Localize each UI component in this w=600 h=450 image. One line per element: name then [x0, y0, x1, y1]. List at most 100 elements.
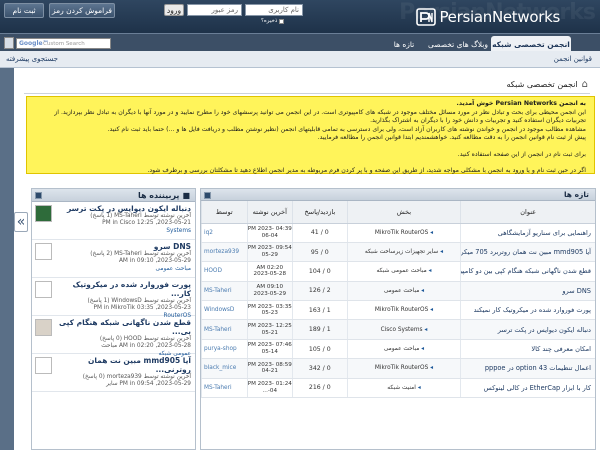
popular-item-title[interactable]: قطع شدن ناگهانی شبکه هنگام کپی بی... — [54, 318, 191, 336]
rules-link[interactable]: قوانین انجمن — [554, 55, 592, 63]
username-field[interactable]: نام کاربری — [245, 4, 303, 16]
table-row[interactable]: اعمال تنظیمات 43 option در pppoe ◂ MikroT… — [201, 358, 595, 379]
table-row[interactable]: DNS سرو ◂ مباحث عمومی 2 / 126 09:10 AM 2023… — [201, 281, 595, 302]
forum-name[interactable]: مباحث عمومی — [384, 346, 419, 352]
breadcrumb-current: انجمن تخصصی شبکه — [506, 80, 578, 89]
search-placeholder: Custom Search — [43, 40, 85, 47]
thread-poster[interactable]: WindowsD — [201, 300, 248, 321]
col-stats[interactable]: بازدید/پاسخ — [292, 201, 348, 224]
thread-title[interactable]: DNS سرو — [460, 281, 595, 302]
col-last-post[interactable]: آخرین نوشته — [246, 201, 293, 224]
forum-name[interactable]: مباحث عمومی — [384, 288, 419, 294]
thread-forum[interactable]: ◂ امنیت شبکه — [346, 378, 461, 399]
remember-me[interactable]: ذخیره؟ — [261, 18, 285, 24]
forum-name[interactable]: سایر تجهیزات زیرساخت شبکه — [365, 249, 438, 255]
forum-name[interactable]: MikroTik RouterOS — [375, 307, 428, 313]
thread-title[interactable]: قطع شدن ناگهانی شبکه هنگام کپی بین دو کا… — [460, 261, 595, 282]
thread-forum[interactable]: ◂ سایر تجهیزات زیرساخت شبکه — [346, 242, 461, 263]
forum-name[interactable]: امنیت شبکه — [387, 385, 416, 391]
table-row[interactable]: کار با ابزار EtherCap در کالی لینوکس ◂ ام… — [201, 378, 595, 399]
thread-forum[interactable]: ◂ MikroTik RouterOS — [346, 223, 461, 243]
thread-poster[interactable]: iq2 — [201, 223, 248, 243]
popular-item[interactable]: دنباله ایکون دیوایس در پکت ترسر آخرین نوش… — [32, 202, 195, 240]
thread-poster[interactable]: HOOD — [201, 261, 248, 282]
popular-item[interactable]: پورت فوروارد شده در میکروتیک کار... آخرین… — [32, 278, 195, 319]
avatar[interactable] — [35, 281, 52, 298]
thread-title[interactable]: امکان معرفی چند کالا — [460, 339, 595, 360]
popular-item-forum[interactable]: Systems — [54, 228, 191, 235]
thread-last-post: 01:24 PM 2023-04-... — [246, 378, 293, 399]
welcome-notice: به انجمن Persian Networks خوش آمدید. این… — [26, 96, 595, 174]
forgot-password-button[interactable]: فراموش کردن رمز — [49, 3, 115, 18]
popular-item-date: 2023-05-23, 03:35 PM in MikroTik — [93, 305, 191, 312]
table-row[interactable]: راهنمایی برای سناریو آزمایشگاهی ◂ MikroTi… — [201, 223, 595, 243]
thread-title[interactable]: پورت فوروارد شده در میکروتیک کار نمیکند — [460, 300, 595, 321]
thread-title[interactable]: کار با ابزار EtherCap در کالی لینوکس — [460, 378, 595, 399]
tab-news[interactable]: تازه ها — [384, 36, 424, 52]
tab-forum[interactable]: انجمن تخصصی شبکه — [491, 36, 571, 52]
forum-name[interactable]: MikroTik RouterOS — [375, 365, 428, 371]
table-row[interactable]: امکان معرفی چند کالا ◂ مباحث عمومی 0 / 105… — [201, 339, 595, 360]
popular-item-meta: آخرین نوشته توسط HOOD (0 پاسخ) — [99, 336, 191, 342]
thread-poster[interactable]: MS-Taheri — [201, 378, 248, 399]
thread-title[interactable]: آیا mmd905 مبین نت همان روتربرد 705 میکر… — [460, 242, 595, 263]
login-button[interactable]: ورود — [164, 4, 184, 16]
sidebar-toggle-icon[interactable]: « — [14, 212, 28, 232]
arrow-icon: ◂ — [438, 249, 444, 256]
forum-name[interactable]: Cisco Systems — [381, 327, 423, 333]
forum-name[interactable]: MikroTik RouterOS — [375, 230, 428, 236]
avatar[interactable] — [35, 205, 52, 222]
thread-poster[interactable]: black_mice — [201, 358, 248, 379]
thread-stats: 0 / 342 — [292, 358, 348, 379]
thread-forum[interactable]: ◂ مباحث عمومی — [346, 281, 461, 302]
thread-stats: 0 / 104 — [292, 261, 348, 282]
popular-item-title[interactable]: آیا mmd905 مبین نت همان روترنی... — [54, 356, 191, 374]
advanced-search-link[interactable]: جستجوی پیشرفته — [6, 55, 58, 63]
search-input[interactable]: Google™ Custom Search — [16, 38, 111, 49]
remember-checkbox[interactable] — [279, 18, 285, 24]
popular-item-title[interactable]: پورت فوروارد شده در میکروتیک کار... — [54, 280, 191, 298]
arrow-icon: ◂ — [419, 287, 425, 294]
thread-forum[interactable]: ◂ مباحث عمومی شبکه — [346, 261, 461, 282]
popular-item[interactable]: قطع شدن ناگهانی شبکه هنگام کپی بی... آخری… — [32, 316, 195, 357]
thread-forum[interactable]: ◂ MikroTik RouterOS — [346, 300, 461, 321]
col-forum[interactable]: بخش — [346, 201, 461, 224]
thread-forum[interactable]: ◂ MikroTik RouterOS — [346, 358, 461, 379]
thread-title[interactable]: اعمال تنظیمات 43 option در pppoe — [460, 358, 595, 379]
popular-item[interactable]: DNS سرو آخرین نوشته توسط MS-Taheri (2 پاس… — [32, 240, 195, 278]
forum-name[interactable]: مباحث عمومی شبکه — [376, 268, 426, 274]
table-row[interactable]: پورت فوروارد شده در میکروتیک کار نمیکند ◂… — [201, 300, 595, 321]
home-icon[interactable]: ⌂ — [582, 79, 588, 90]
table-row[interactable]: قطع شدن ناگهانی شبکه هنگام کپی بین دو کا… — [201, 261, 595, 282]
avatar[interactable] — [35, 243, 52, 260]
thread-poster[interactable]: MS-Taheri — [201, 319, 248, 340]
avatar[interactable] — [35, 319, 52, 336]
thread-poster[interactable]: morteza939 — [201, 242, 248, 263]
thread-last-post: 07:46 PM 2023-05-14 — [246, 339, 293, 360]
collapse-icon[interactable] — [35, 192, 42, 199]
thread-title[interactable]: دنباله ایکون دیوایس در پکت ترسر — [460, 319, 595, 340]
register-button[interactable]: ثبت نام — [4, 3, 44, 18]
logo-icon — [416, 8, 437, 26]
thread-forum[interactable]: ◂ مباحث عمومی — [346, 339, 461, 360]
tab-blogs[interactable]: وبلاگ های تخصصی — [428, 36, 488, 52]
popular-item-forum[interactable]: مباحث عمومی — [54, 266, 191, 273]
table-row[interactable]: دنباله ایکون دیوایس در پکت ترسر ◂ Cisco S… — [201, 319, 595, 340]
thread-poster[interactable]: MS-Taheri — [201, 281, 248, 302]
thread-stats: 0 / 95 — [292, 242, 348, 263]
search-button[interactable] — [4, 37, 14, 49]
popular-item-title[interactable]: DNS سرو — [54, 242, 191, 251]
google-brand: Google™ — [19, 40, 49, 47]
avatar[interactable] — [35, 357, 52, 374]
site-logo[interactable]: PersianNetworks — [416, 6, 560, 28]
password-field[interactable]: رمز عبور — [187, 4, 242, 16]
table-row[interactable]: آیا mmd905 مبین نت همان روتربرد 705 میکر… — [201, 242, 595, 263]
collapse-icon[interactable] — [204, 192, 211, 199]
thread-forum[interactable]: ◂ Cisco Systems — [346, 319, 461, 340]
thread-title[interactable]: راهنمایی برای سناریو آزمایشگاهی — [460, 223, 595, 243]
col-poster[interactable]: توسط — [201, 201, 248, 224]
col-title[interactable]: عنوان — [460, 201, 595, 224]
popular-item-title[interactable]: دنباله ایکون دیوایس در پکت ترسر — [54, 204, 191, 213]
popular-item[interactable]: آیا mmd905 مبین نت همان روترنی... آخرین ن… — [32, 354, 195, 392]
thread-poster[interactable]: purya-shop — [201, 339, 248, 360]
